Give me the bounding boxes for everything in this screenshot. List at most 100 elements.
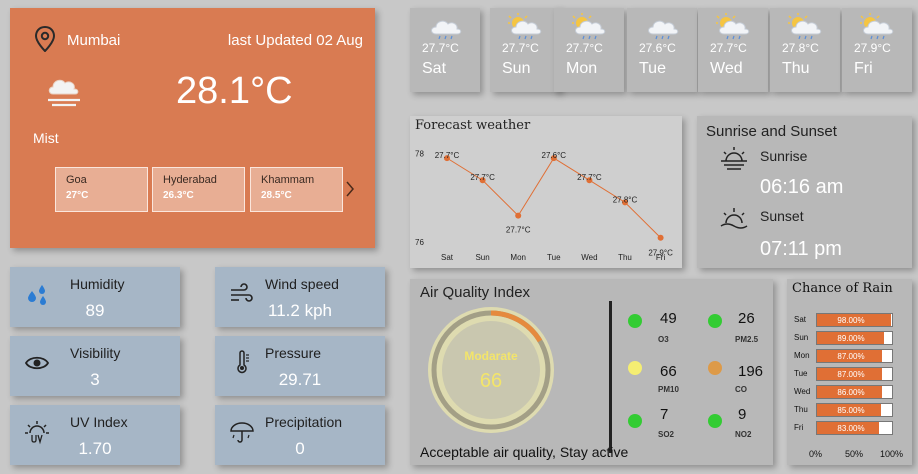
current-temperature: 28.1°C [176, 70, 293, 112]
pollutant-value: 49 [660, 310, 677, 327]
metric-value: 3 [90, 370, 100, 389]
data-label: 27.6°C [542, 151, 567, 160]
y-tick-label: 76 [415, 238, 424, 247]
forecast-tile-thu[interactable]: 27.8°C Thu [770, 8, 840, 92]
forecast-tile-sat[interactable]: 27.7°C Sat [410, 8, 480, 92]
chevron-right-icon[interactable] [345, 180, 355, 198]
precipitation-card: Precipitation 0 [215, 405, 385, 465]
sunset-time: 07:11 pm [760, 238, 842, 260]
forecast-day: Sun [502, 60, 531, 77]
sunrise-icon [721, 147, 747, 170]
metric-label: Visibility [70, 345, 121, 361]
metric-value: 1.70 [78, 439, 112, 458]
forecast-tile-fri[interactable]: 27.9°C Fri [842, 8, 912, 92]
city-card-hyderabad[interactable]: Hyderabad 26.3°C [152, 167, 245, 212]
city-name: Goa [66, 174, 87, 186]
metric-label: Wind speed [265, 276, 339, 292]
aqi-value: 66 [479, 370, 503, 392]
forecast-day: Mon [566, 60, 598, 77]
forecast-day: Thu [782, 60, 810, 77]
rain-percent: 85.00% [837, 406, 865, 415]
rain-day-label: Fri [794, 423, 804, 432]
sunrise-sunset-card: Sunrise and Sunset Sunrise 06:16 am Suns… [697, 116, 912, 268]
last-updated: last Updated 02 Aug [227, 32, 363, 49]
sunset-icon [720, 208, 748, 229]
rain-bar: 98.00% [816, 313, 893, 327]
partly-cloudy-icon [716, 13, 750, 40]
aqi-title: Air Quality Index [420, 284, 531, 301]
rain-day-label: Sat [794, 315, 807, 324]
location-pin-icon [34, 26, 56, 52]
wind-speed-card: Wind speed 11.2 kph [215, 267, 385, 327]
pollutant-status-dot [708, 361, 722, 375]
forecast-day: Wed [710, 60, 743, 77]
metric-value: 11.2 kph [268, 301, 332, 320]
data-point[interactable] [515, 212, 522, 219]
pollutant-name: CO [735, 385, 747, 394]
forecast-temp: 27.7°C [422, 41, 459, 55]
pollutant-name: PM2.5 [735, 335, 759, 344]
pollutant-value: 66 [660, 363, 677, 380]
data-label: 27.7°C [506, 226, 531, 235]
humidity-card: Humidity 89 [10, 267, 180, 327]
rain-bar: 89.00% [816, 331, 893, 345]
pollutant-value: 26 [738, 310, 755, 327]
rain-percent: 87.00% [837, 352, 865, 361]
aqi-gauge: Modarate 66 [425, 304, 557, 436]
metric-label: Humidity [70, 276, 125, 292]
pollutant-status-dot [708, 314, 722, 328]
pollutant-name: SO2 [658, 430, 675, 439]
sunset-label: Sunset [760, 208, 804, 224]
current-weather-card: Mumbai last Updated 02 Aug 28.1°C Mist G… [10, 8, 375, 248]
x-tick-label: Wed [581, 253, 597, 262]
rain-percent: 86.00% [837, 388, 865, 397]
forecast-temp: 27.7°C [566, 41, 603, 55]
forecast-chart-card: Forecast weather 27.7°C Sat 27.7°C Sun 27.7°… [410, 116, 682, 268]
rain-day-label: Wed [794, 387, 811, 396]
visibility-card: Visibility 3 [10, 336, 180, 396]
metric-value: 89 [85, 301, 105, 320]
forecast-temp: 27.9°C [854, 41, 891, 55]
city-name: Khammam [261, 174, 315, 186]
forecast-temp: 27.7°C [710, 41, 747, 55]
pollutant-value: 7 [660, 406, 669, 423]
pollutant-status-dot [628, 361, 642, 375]
pressure-card: Pressure 29.71 [215, 336, 385, 396]
rain-axis-label: 50% [845, 449, 864, 459]
rain-bar: 86.00% [816, 385, 893, 399]
city-name: Hyderabad [163, 174, 217, 186]
rain-percent: 98.00% [837, 316, 865, 325]
pollutant-value: 196 [738, 363, 764, 380]
data-label: 27.7°C [577, 173, 602, 182]
aqi-message: Acceptable air quality, Stay active [420, 444, 629, 460]
forecast-temp: 27.8°C [782, 41, 819, 55]
cloud-icon [648, 20, 679, 40]
partly-cloudy-icon [508, 13, 542, 40]
uv-index-card: UV Index 1.70 [10, 405, 180, 465]
forecast-tile-mon[interactable]: 27.7°C Mon [554, 8, 624, 92]
air-quality-card: Air Quality Index Modarate 66 49 O3 26 PM2.… [410, 279, 773, 465]
city-card-khammam[interactable]: Khammam 28.5°C [250, 167, 343, 212]
rain-percent: 83.00% [837, 424, 865, 433]
data-label: 27.7°C [470, 173, 495, 182]
city-card-goa[interactable]: Goa 27°C [55, 167, 148, 212]
forecast-tile-wed[interactable]: 27.7°C Wed [698, 8, 768, 92]
current-city: Mumbai [67, 32, 121, 49]
forecast-line-chart: 27.7°C Sat 27.7°C Sun 27.7°C Mon 27.6°C Tue 27.7… [415, 150, 673, 262]
sun-title: Sunrise and Sunset [706, 123, 837, 140]
forecast-day: Fri [854, 60, 873, 77]
forecast-temp: 27.6°C [639, 41, 676, 55]
forecast-tile-tue[interactable]: 27.6°C Tue [627, 8, 697, 92]
aqi-status: Modarate [464, 349, 518, 363]
rain-day-label: Tue [794, 369, 808, 378]
pollutant-status-dot [708, 414, 722, 428]
partly-cloudy-icon [788, 13, 822, 40]
city-temp: 28.5°C [261, 190, 292, 201]
data-point[interactable] [657, 234, 664, 241]
forecast-tile-sun[interactable]: 27.7°C Sun [490, 8, 560, 92]
x-tick-label: Thu [618, 253, 632, 262]
data-label: 27.8°C [613, 195, 638, 204]
sunrise-time: 06:16 am [760, 176, 844, 198]
rain-axis-label: 0% [809, 449, 823, 459]
pollutant-name: O3 [658, 335, 669, 344]
